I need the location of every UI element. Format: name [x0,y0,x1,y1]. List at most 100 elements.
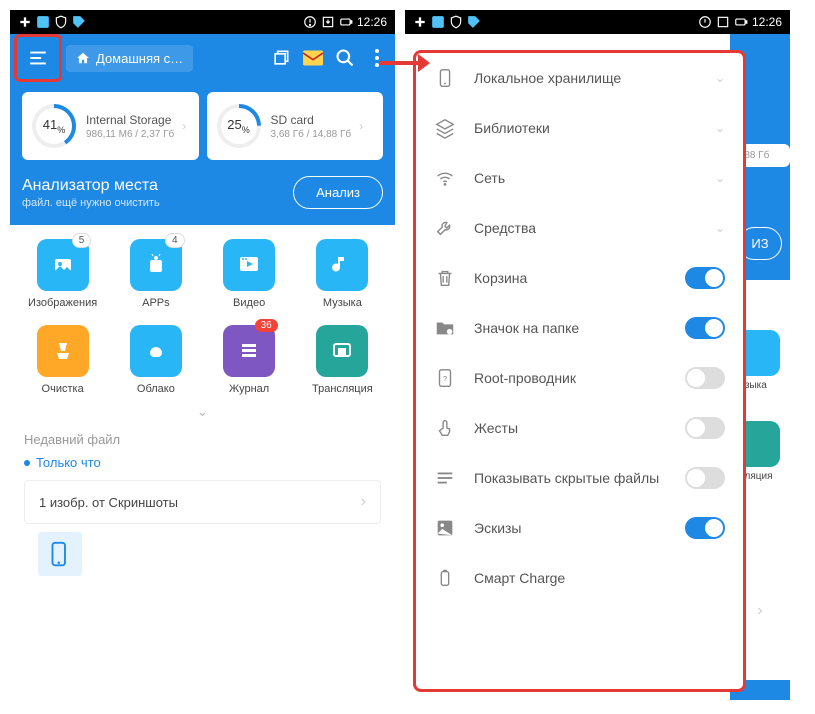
toggle-switch[interactable] [685,467,725,489]
thumb-icon [434,517,456,539]
drawer-item-wifi[interactable]: Сеть ⌄ [416,153,743,203]
status-bar: 12:26 [405,10,790,34]
storage-size: 3,68 Гб / 14,88 Гб [271,129,352,140]
chevron-down-icon: ⌄ [715,71,725,85]
drawer-label: Средства [474,220,697,236]
download-icon [321,15,335,29]
analyzer-subtitle: файл. ещё нужно очистить [22,197,160,209]
recent-now: Только что [24,455,381,470]
drawer-item-wrench[interactable]: Средства ⌄ [416,203,743,253]
drawer-label: Локальное хранилище [474,70,697,86]
grid-item-5[interactable]: Облако [113,325,198,395]
drawer-item-lines[interactable]: Показывать скрытые файлы [416,453,743,503]
gesture-icon [434,417,456,439]
chevron-down-icon: ⌄ [715,121,725,135]
grid-item-3[interactable]: Музыка [300,239,385,309]
recent-section: Недавний файл Только что 1 изобр. от Скр… [10,424,395,584]
app-icon [431,15,445,29]
mail-button[interactable] [299,44,327,72]
drawer-label: Корзина [474,270,667,286]
drawer-item-battery[interactable]: Смарт Charge [416,553,743,603]
storage-size: 986,11 М6 / 2,37 Гб [86,129,174,140]
recent-thumb[interactable] [38,532,82,576]
category-grid: 5Изображения4APPsВидеоМузыкаОчисткаОблак… [10,225,395,399]
grid-icon [316,325,368,377]
grid-item-1[interactable]: 4APPs [113,239,198,309]
root-icon: ? [434,367,456,389]
recent-file-card[interactable]: 1 изобр. от Скриншоты › [24,480,381,524]
app-bar: Домашняя с… [10,34,395,82]
drawer-label: Библиотеки [474,120,697,136]
grid-label: Журнал [229,383,269,395]
storage-name: SD card [271,113,352,127]
svg-text:?: ? [443,374,447,383]
grid-item-0[interactable]: 5Изображения [20,239,105,309]
analyzer-title: Анализатор места [22,177,160,195]
search-icon [335,48,355,68]
tag-icon [467,15,481,29]
tag-icon [72,15,86,29]
grid-item-6[interactable]: 36Журнал [207,325,292,395]
breadcrumb-label: Домашняя с… [96,51,183,66]
grid-item-2[interactable]: Видео [207,239,292,309]
internal-storage-card[interactable]: 41% Internal Storage 986,11 М6 / 2,37 Гб… [22,92,199,160]
wifi-icon [434,167,456,189]
alert-icon [698,15,712,29]
hamburger-menu-button[interactable] [14,34,62,82]
windows-icon [271,48,291,68]
overflow-icon [375,49,379,67]
drawer-item-gesture[interactable]: Жесты [416,403,743,453]
grid-label: APPs [142,297,170,309]
drawer-item-trash[interactable]: Корзина [416,253,743,303]
plus-icon [413,15,427,29]
drawer-item-layers[interactable]: Библиотеки ⌄ [416,103,743,153]
chevron-down-icon: ⌄ [715,221,725,235]
download-icon [716,15,730,29]
toggle-switch[interactable] [685,417,725,439]
drawer-label: Сеть [474,170,697,186]
badge: 4 [165,233,185,248]
toggle-switch[interactable] [685,267,725,289]
storage-name: Internal Storage [86,113,174,127]
storage-ring: 41% [30,102,78,150]
phone-screen-left: 12:26 Домашняя с… 41% [10,10,395,700]
grid-label: Очистка [42,383,84,395]
drawer-item-phone[interactable]: Локальное хранилище ⌄ [416,53,743,103]
analyzer-row: Анализатор места файл. ещё нужно очистит… [22,176,383,209]
storage-ring: 25% [215,102,263,150]
grid-label: Музыка [323,297,362,309]
grid-item-7[interactable]: Трансляция [300,325,385,395]
analyze-button[interactable]: Анализ [293,176,383,209]
search-button[interactable] [331,44,359,72]
drawer-item-thumb[interactable]: Эскизы [416,503,743,553]
grid-label: Облако [137,383,175,395]
drawer-label: Жесты [474,420,667,436]
mail-icon [303,50,323,66]
recent-title: Недавний файл [24,432,381,447]
chevron-down-icon: ⌄ [715,171,725,185]
home-icon [76,51,90,65]
expand-chevron[interactable]: ⌄ [10,399,395,424]
chevron-right-icon: › [359,119,363,133]
toggle-switch[interactable] [685,317,725,339]
toggle-switch[interactable] [685,517,725,539]
phone-icon [434,67,456,89]
chevron-right-icon: › [361,493,366,511]
toggle-switch[interactable] [685,367,725,389]
recent-file-text: 1 изобр. от Скриншоты [39,495,178,510]
grid-item-4[interactable]: Очистка [20,325,105,395]
badge: 5 [72,233,92,248]
app-icon [36,15,50,29]
grid-label: Видео [233,297,265,309]
windows-button[interactable] [267,44,295,72]
phone-screen-right: 12:26 4,88 Гб ИЗ лузыка нсляция › Локаль… [405,10,790,700]
sd-card-card[interactable]: 25% SD card 3,68 Гб / 14,88 Гб › [207,92,384,160]
storage-section: 41% Internal Storage 986,11 М6 / 2,37 Гб… [10,82,395,225]
battery-icon [339,15,353,29]
alert-icon [303,15,317,29]
drawer-label: Значок на папке [474,320,667,336]
drawer-item-root[interactable]: ?Root-проводник [416,353,743,403]
breadcrumb-home[interactable]: Домашняя с… [66,45,193,72]
folder-icon [434,317,456,339]
drawer-item-folder[interactable]: Значок на папке [416,303,743,353]
